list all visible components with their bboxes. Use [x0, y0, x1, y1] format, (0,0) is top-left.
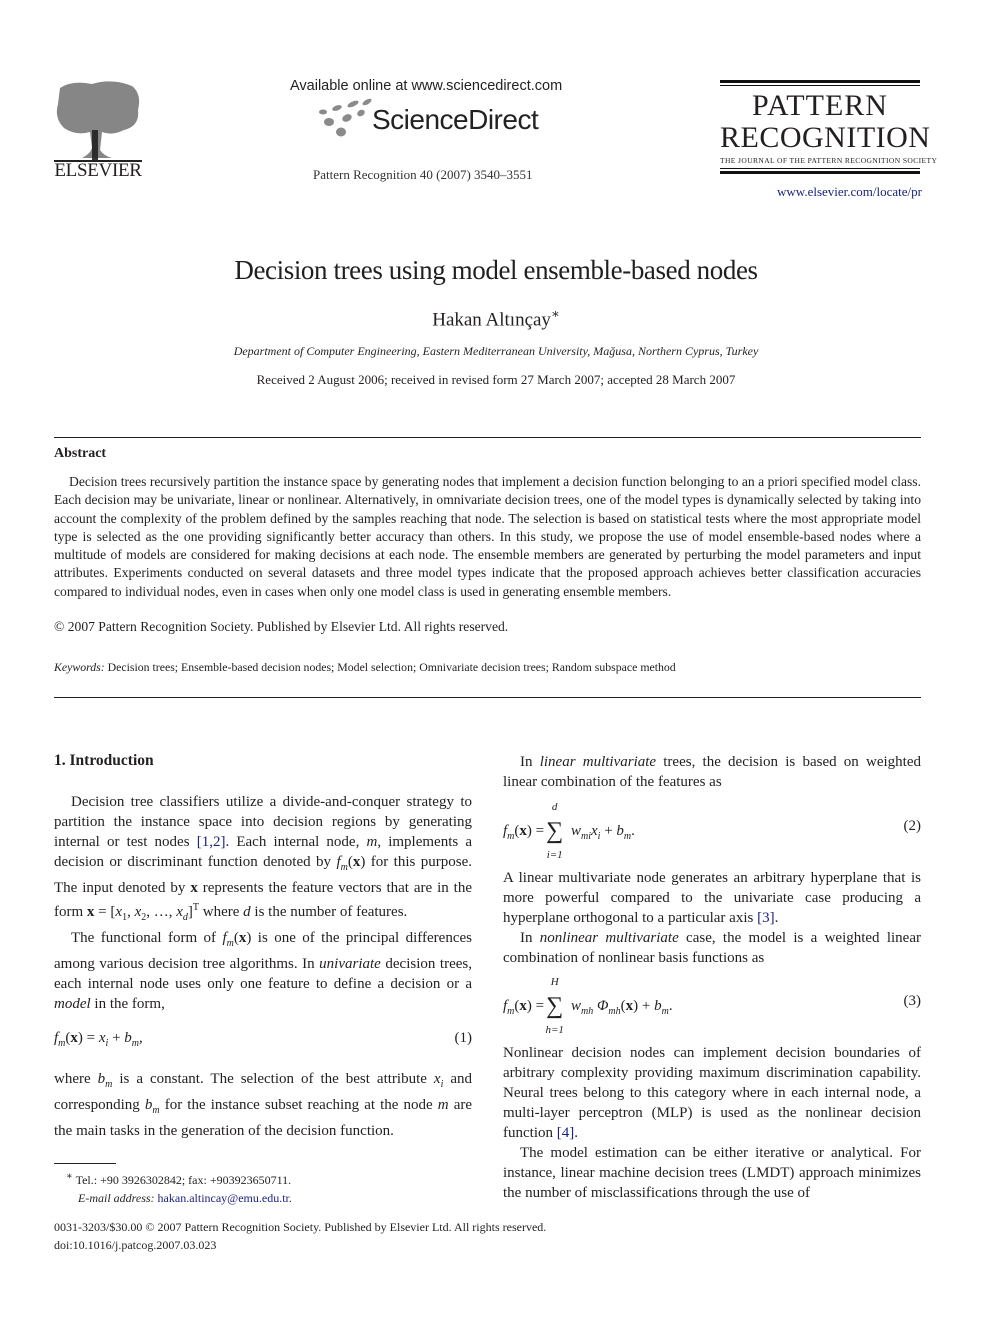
- right-column-bottom: Nonlinear decision nodes can implement d…: [503, 1043, 921, 1203]
- keywords-list: Decision trees; Ensemble-based decision …: [107, 660, 676, 674]
- equation-2-number: (2): [903, 818, 922, 834]
- footnote-email: E-mail address: hakan.altincay@emu.edu.t…: [78, 1191, 292, 1205]
- journal-reference: Pattern Recognition 40 (2007) 3540–3551: [313, 167, 533, 182]
- paper-title: Decision trees using model ensemble-base…: [234, 255, 758, 285]
- abstract-body: Decision trees recursively partition the…: [54, 473, 921, 601]
- available-online-text[interactable]: Available online at www.sciencedirect.co…: [290, 78, 562, 94]
- equation-3-body: fm(x) = H ∑ h=1 wmh Φmh(x) + bm.: [503, 976, 673, 1036]
- email-link[interactable]: hakan.altincay@emu.edu.tr: [158, 1191, 289, 1205]
- summation-symbol: H ∑ h=1: [545, 976, 564, 1036]
- journal-title-line2: RECOGNITION: [720, 121, 931, 154]
- masthead-rule-top: [720, 80, 920, 83]
- author-name-text: Hakan Altınçay: [432, 309, 551, 331]
- right-column-top: In linear multivariate trees, the decisi…: [503, 752, 921, 792]
- journal-title-line1: PATTERN: [752, 89, 888, 122]
- citation-1-2[interactable]: [1,2]: [197, 834, 226, 850]
- neural-trees-paragraph: Nonlinear decision nodes can implement d…: [503, 1045, 921, 1141]
- equation-1-number: (1): [454, 1030, 473, 1046]
- sciencedirect-wordmark: ScienceDirect: [372, 104, 539, 135]
- article-history-dates: Received 2 August 2006; received in revi…: [256, 372, 736, 387]
- equation-1: fm(x) = xi + bm, (1): [54, 1030, 472, 1049]
- hyperplane-paragraph: A linear multivariate node generates an …: [503, 870, 921, 926]
- masthead-rule-bottom-thin: [720, 168, 920, 169]
- journal-masthead: PATTERN RECOGNITION THE JOURNAL OF THE P…: [720, 80, 938, 174]
- issn-copyright-line: 0031-3203/$30.00 © 2007 Pattern Recognit…: [54, 1220, 547, 1234]
- equation-1-body: fm(x) = xi + bm,: [54, 1030, 143, 1049]
- section-heading-introduction: 1. Introduction: [54, 752, 154, 769]
- summation-symbol: d ∑ i=1: [546, 801, 564, 861]
- footnote-contact: ∗ Tel.: +90 3926302842; fax: +9039236507…: [66, 1171, 292, 1187]
- author-footnote-mark[interactable]: ∗: [551, 306, 560, 321]
- page-footer: 0031-3203/$30.00 © 2007 Pattern Recognit…: [54, 1218, 546, 1254]
- abstract-copyright: © 2007 Pattern Recognition Society. Publ…: [54, 619, 509, 634]
- equation-3: fm(x) = H ∑ h=1 wmh Φmh(x) + bm. (3): [503, 976, 922, 1036]
- abstract-text: Decision trees recursively partition the…: [54, 474, 921, 599]
- nonlinear-paragraph: In nonlinear multivariate case, the mode…: [503, 930, 921, 966]
- author-affiliation: Department of Computer Engineering, East…: [233, 344, 759, 358]
- equation-3-number: (3): [903, 993, 922, 1009]
- citation-4[interactable]: [4]: [557, 1125, 575, 1141]
- left-column-top: Decision tree classifiers utilize a divi…: [54, 792, 472, 1014]
- divider-top: [54, 437, 921, 438]
- masthead-rule-bottom: [720, 171, 920, 174]
- linear-paragraph: In linear multivariate trees, the decisi…: [503, 754, 921, 790]
- author-name: Hakan Altınçay∗: [0, 306, 992, 331]
- citation-3[interactable]: [3]: [757, 910, 775, 926]
- intro-paragraph-2: The functional form of fm(x) is one of t…: [54, 930, 472, 1012]
- equation-2: fm(x) = d ∑ i=1 wmixi + bm. (2): [503, 801, 922, 861]
- journal-subtitle: THE JOURNAL OF THE PATTERN RECOGNITION S…: [720, 156, 938, 165]
- masthead-rule-top-thin: [720, 85, 920, 86]
- journal-url-link[interactable]: www.elsevier.com/locate/pr: [720, 184, 922, 200]
- divider-bottom: [54, 697, 921, 698]
- keywords: Keywords: Decision trees; Ensemble-based…: [54, 660, 676, 675]
- intro-paragraph-1: Decision tree classifiers utilize a divi…: [54, 794, 473, 923]
- footnote-divider: [54, 1163, 116, 1164]
- keywords-label: Keywords:: [54, 660, 105, 674]
- left-column-bottom: where bm is a constant. The selection of…: [54, 1069, 472, 1141]
- intro-paragraph-3: where bm is a constant. The selection of…: [54, 1071, 473, 1139]
- elsevier-wordmark: ELSEVIER: [54, 160, 142, 181]
- equation-2-body: fm(x) = d ∑ i=1 wmixi + bm.: [503, 801, 635, 861]
- author-footnote: ∗ Tel.: +90 3926302842; fax: +9039236507…: [66, 1168, 292, 1207]
- right-column-middle: A linear multivariate node generates an …: [503, 868, 921, 968]
- doi-line[interactable]: doi:10.1016/j.patcog.2007.03.023: [54, 1236, 546, 1254]
- abstract-heading: Abstract: [54, 446, 107, 461]
- model-estimation-paragraph: The model estimation can be either itera…: [503, 1145, 921, 1201]
